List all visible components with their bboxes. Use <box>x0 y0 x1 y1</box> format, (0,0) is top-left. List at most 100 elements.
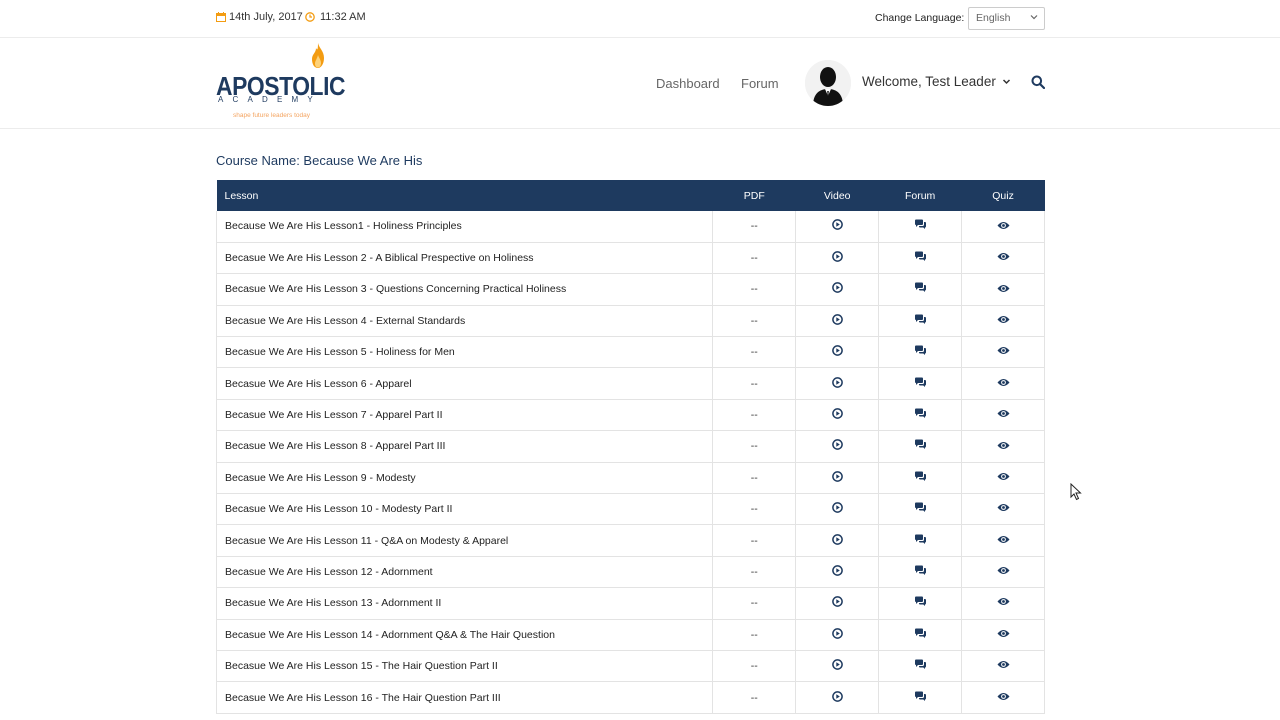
eye-icon[interactable] <box>997 409 1010 421</box>
play-circle-icon[interactable] <box>831 439 843 453</box>
language-select[interactable]: English <box>968 7 1045 30</box>
comments-icon[interactable] <box>914 408 927 422</box>
eye-icon[interactable] <box>997 221 1010 233</box>
video-cell <box>795 619 879 651</box>
user-menu[interactable]: Welcome, Test Leader <box>862 74 1011 89</box>
play-circle-icon[interactable] <box>831 408 843 422</box>
video-cell <box>795 430 879 463</box>
forum-cell <box>878 650 962 682</box>
search-icon[interactable] <box>1031 75 1045 89</box>
video-cell <box>795 462 879 494</box>
lesson-title: Becasue We Are His Lesson 6 - Apparel <box>215 367 713 400</box>
play-circle-icon[interactable] <box>831 533 843 548</box>
main-header: APOSTOLIC ACADEMY shape future leaders t… <box>0 38 1280 129</box>
play-circle-icon[interactable] <box>831 627 843 642</box>
play-circle-icon[interactable] <box>831 596 843 610</box>
eye-icon[interactable] <box>997 566 1010 578</box>
eye-icon[interactable] <box>997 692 1010 704</box>
eye-icon[interactable] <box>997 629 1010 641</box>
forum-cell <box>878 619 962 651</box>
video-cell <box>795 524 879 557</box>
eye-icon[interactable] <box>997 284 1010 296</box>
lesson-title: Becasue We Are His Lesson 3 - Questions … <box>215 273 713 306</box>
eye-icon[interactable] <box>997 441 1010 453</box>
quiz-cell <box>961 681 1045 714</box>
header-lesson: Lesson <box>224 189 259 202</box>
quiz-cell <box>961 524 1045 557</box>
comments-icon[interactable] <box>914 219 927 233</box>
play-circle-icon[interactable] <box>831 690 843 705</box>
comments-icon[interactable] <box>914 439 927 453</box>
eye-icon[interactable] <box>997 378 1010 390</box>
comments-icon[interactable] <box>914 502 927 516</box>
comments-icon[interactable] <box>914 377 927 391</box>
eye-icon[interactable] <box>997 660 1010 672</box>
play-circle-icon[interactable] <box>831 659 843 673</box>
nav-dashboard[interactable]: Dashboard <box>656 76 720 91</box>
video-cell <box>795 681 879 714</box>
welcome-text: Welcome, Test Leader <box>862 74 996 89</box>
eye-icon[interactable] <box>997 535 1010 547</box>
pdf-cell: -- <box>712 367 796 400</box>
video-cell <box>795 336 879 368</box>
video-cell <box>795 399 879 431</box>
play-circle-icon[interactable] <box>831 345 843 359</box>
chevron-down-icon <box>1002 79 1010 85</box>
nav-forum[interactable]: Forum <box>741 76 779 91</box>
play-circle-icon[interactable] <box>831 314 843 328</box>
pdf-cell: -- <box>712 462 796 494</box>
quiz-cell <box>961 305 1045 337</box>
play-circle-icon[interactable] <box>831 219 843 233</box>
forum-cell <box>878 430 962 463</box>
comments-icon[interactable] <box>914 251 927 265</box>
video-cell <box>795 273 879 306</box>
eye-icon[interactable] <box>997 472 1010 484</box>
quiz-cell <box>961 650 1045 682</box>
table-row: Becasue We Are His Lesson 6 - Apparel -- <box>215 367 1045 400</box>
eye-icon[interactable] <box>997 252 1010 264</box>
eye-icon[interactable] <box>997 315 1010 327</box>
comments-icon[interactable] <box>914 596 927 610</box>
eye-icon[interactable] <box>997 346 1010 358</box>
play-circle-icon[interactable] <box>831 565 843 579</box>
comments-icon[interactable] <box>914 628 927 642</box>
forum-cell <box>878 242 962 274</box>
avatar[interactable] <box>805 60 851 106</box>
comments-icon[interactable] <box>914 659 927 673</box>
video-cell <box>795 367 879 400</box>
lesson-title: Becasue We Are His Lesson 15 - The Hair … <box>215 650 713 682</box>
logo[interactable]: APOSTOLIC ACADEMY shape future leaders t… <box>216 43 346 123</box>
language-select-value: English <box>976 12 1011 24</box>
table-row: Becasue We Are His Lesson 14 - Adornment… <box>215 619 1045 651</box>
play-circle-icon[interactable] <box>831 282 843 296</box>
eye-icon[interactable] <box>997 503 1010 515</box>
pdf-cell: -- <box>712 524 796 557</box>
comments-icon[interactable] <box>914 345 927 359</box>
comments-icon[interactable] <box>914 314 927 328</box>
play-circle-icon[interactable] <box>831 251 843 265</box>
comments-icon[interactable] <box>914 471 927 485</box>
video-cell <box>795 493 879 525</box>
lesson-title: Becasue We Are His Lesson 13 - Adornment… <box>215 587 713 620</box>
lesson-title: Becasue We Are His Lesson 2 - A Biblical… <box>215 242 713 274</box>
pdf-cell: -- <box>712 681 796 714</box>
pdf-cell: -- <box>712 399 796 431</box>
comments-icon[interactable] <box>914 282 927 296</box>
eye-icon[interactable] <box>997 597 1010 609</box>
lesson-title: Becasue We Are His Lesson 14 - Adornment… <box>215 619 713 651</box>
forum-cell <box>878 399 962 431</box>
comments-icon[interactable] <box>914 534 927 548</box>
quiz-cell <box>961 273 1045 306</box>
table-row: Becasue We Are His Lesson 3 - Questions … <box>215 273 1045 306</box>
play-circle-icon[interactable] <box>831 502 843 516</box>
table-header: Lesson PDF Video Forum Quiz <box>216 180 1045 211</box>
play-circle-icon[interactable] <box>831 470 843 485</box>
comments-icon[interactable] <box>914 565 927 579</box>
user-silhouette-icon <box>805 60 851 106</box>
comments-icon[interactable] <box>914 691 927 705</box>
table-row: Becasue We Are His Lesson 9 - Modesty -- <box>215 462 1045 494</box>
quiz-cell <box>961 493 1045 525</box>
play-circle-icon[interactable] <box>831 376 843 391</box>
lesson-title: Becasue We Are His Lesson 10 - Modesty P… <box>215 493 713 525</box>
lesson-title: Becasue We Are His Lesson 7 - Apparel Pa… <box>215 399 713 431</box>
